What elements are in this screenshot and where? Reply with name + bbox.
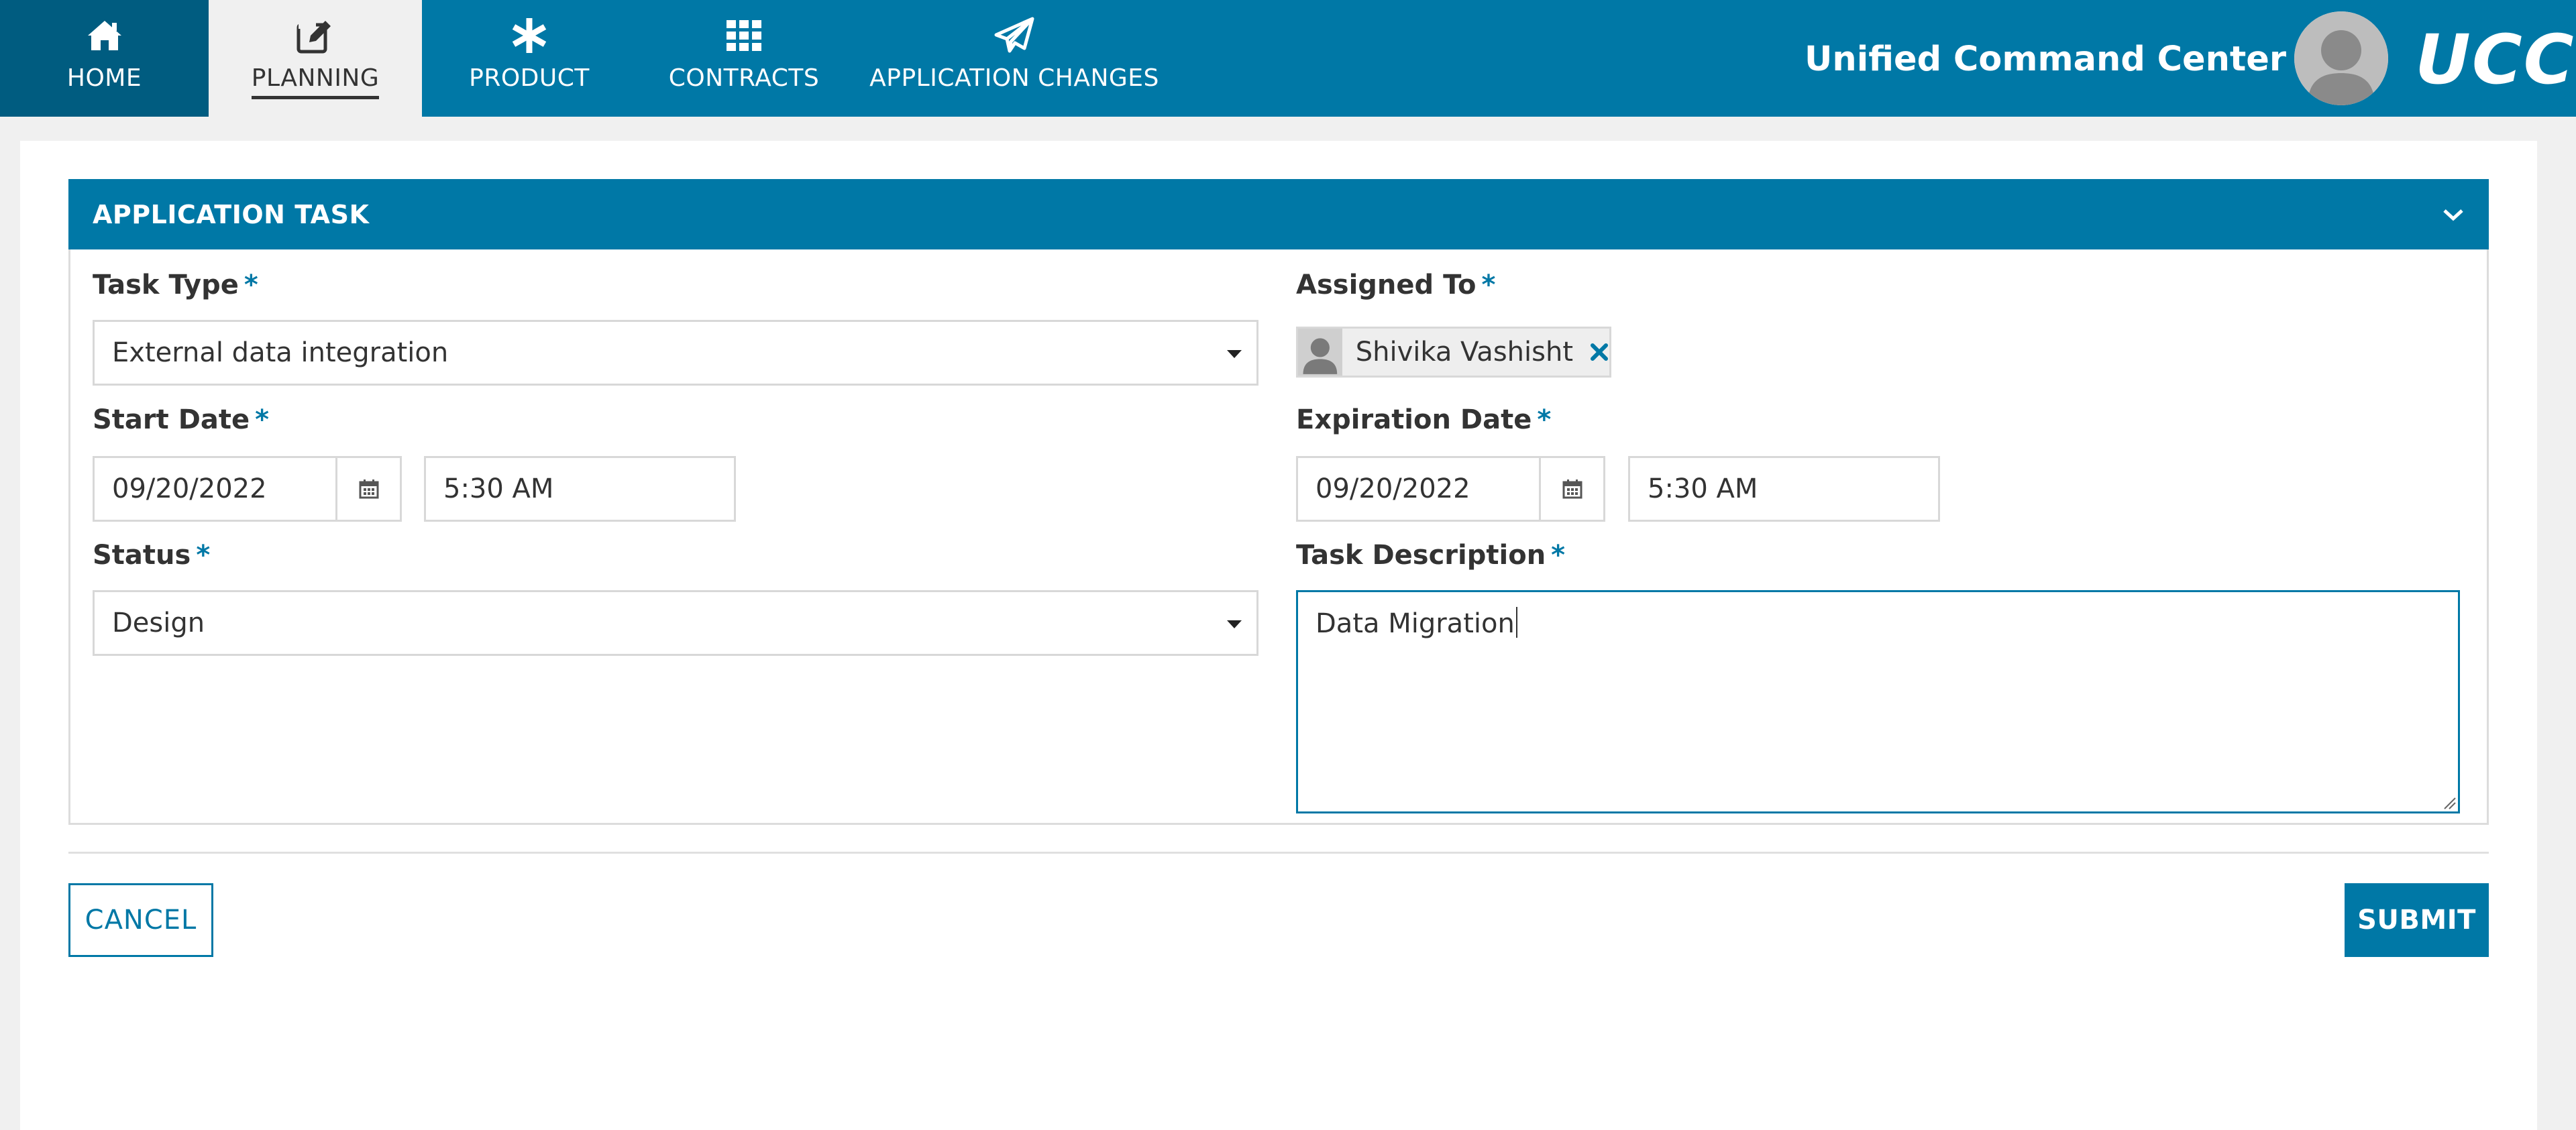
brand-logo: UCC <box>2415 20 2575 100</box>
status-select[interactable]: Design <box>93 590 1258 656</box>
panel-title: APPLICATION TASK <box>93 199 370 229</box>
resize-grip-icon[interactable] <box>2440 794 2457 810</box>
app-switcher-label: Unified Command Center <box>1805 39 2287 79</box>
start-date-value: 09/20/2022 <box>112 473 267 504</box>
start-date-label-text: Start Date <box>93 404 250 435</box>
user-silhouette-icon <box>2294 11 2388 105</box>
nav-label-application-changes: APPLICATION CHANGES <box>869 64 1159 92</box>
start-date-label: Start Date * <box>93 404 269 435</box>
paper-plane-icon <box>994 15 1035 56</box>
required-asterisk: * <box>255 404 270 435</box>
expiration-date-value: 09/20/2022 <box>1316 473 1470 504</box>
text-cursor <box>1515 607 1517 638</box>
nav-item-contracts[interactable]: CONTRACTS <box>637 0 851 117</box>
task-type-value: External data integration <box>112 337 449 368</box>
start-time-input[interactable]: 5:30 AM <box>424 456 736 522</box>
status-label-text: Status <box>93 540 191 571</box>
status-value: Design <box>112 608 205 638</box>
assigned-to-label: Assigned To * <box>1296 270 1495 300</box>
nav-item-product[interactable]: PRODUCT <box>422 0 637 117</box>
dropdown-caret-icon <box>1227 620 1242 628</box>
dropdown-caret-icon <box>1227 350 1242 358</box>
nav-label-home: HOME <box>66 64 142 92</box>
task-description-label: Task Description * <box>1296 540 1565 571</box>
panel-header[interactable]: APPLICATION TASK <box>68 179 2489 249</box>
remove-x-icon[interactable] <box>1589 342 1609 362</box>
nav-item-home[interactable]: HOME <box>0 0 209 117</box>
status-label: Status * <box>93 540 210 571</box>
main-content: APPLICATION TASK Task Type * External dat… <box>20 141 2537 1130</box>
assignee-chip[interactable]: Shivika Vashisht <box>1296 327 1611 378</box>
submit-button[interactable]: SUBMIT <box>2345 883 2489 957</box>
nav-label-planning: PLANNING <box>251 64 380 99</box>
calendar-icon <box>359 479 378 499</box>
start-time-value: 5:30 AM <box>443 473 554 504</box>
chevron-down-icon[interactable] <box>2442 207 2465 222</box>
assignee-name: Shivika Vashisht <box>1355 337 1573 368</box>
expiration-date-input[interactable]: 09/20/2022 <box>1296 456 1541 522</box>
edit-icon <box>296 15 335 56</box>
expiration-date-label: Expiration Date * <box>1296 404 1551 435</box>
start-date-input[interactable]: 09/20/2022 <box>93 456 337 522</box>
asterisk-icon <box>511 15 548 56</box>
top-navbar: HOME PLANNING PRODUCT CONTRACTS APPLICAT… <box>0 0 2576 117</box>
task-description-label-text: Task Description <box>1296 540 1546 571</box>
task-type-label-text: Task Type <box>93 270 239 300</box>
required-asterisk: * <box>196 540 211 571</box>
nav-item-application-changes[interactable]: APPLICATION CHANGES <box>851 0 1177 117</box>
task-description-value: Data Migration <box>1316 608 1515 639</box>
grid-icon <box>725 15 763 56</box>
calendar-icon <box>1562 479 1582 499</box>
required-asterisk: * <box>244 270 258 300</box>
home-icon <box>86 15 123 56</box>
nav-label-product: PRODUCT <box>469 64 590 92</box>
required-asterisk: * <box>1537 404 1552 435</box>
form-divider <box>68 852 2489 854</box>
expiration-date-label-text: Expiration Date <box>1296 404 1532 435</box>
expiration-date-calendar-button[interactable] <box>1541 456 1605 522</box>
required-asterisk: * <box>1551 540 1566 571</box>
user-avatar[interactable] <box>2294 11 2388 105</box>
expiration-time-value: 5:30 AM <box>1648 473 1758 504</box>
cancel-button[interactable]: CANCEL <box>68 883 213 957</box>
app-switcher-dropdown[interactable]: Unified Command Center <box>1805 32 2315 86</box>
user-silhouette-icon <box>1298 329 1342 376</box>
nav-label-contracts: CONTRACTS <box>668 64 820 92</box>
task-type-select[interactable]: External data integration <box>93 320 1258 386</box>
required-asterisk: * <box>1481 270 1496 300</box>
application-task-panel: APPLICATION TASK Task Type * External dat… <box>68 179 2489 825</box>
start-date-calendar-button[interactable] <box>337 456 402 522</box>
expiration-time-input[interactable]: 5:30 AM <box>1628 456 1940 522</box>
task-description-textarea[interactable]: Data Migration <box>1296 590 2460 813</box>
assigned-to-label-text: Assigned To <box>1296 270 1477 300</box>
task-type-label: Task Type * <box>93 270 258 300</box>
nav-item-planning[interactable]: PLANNING <box>209 0 422 117</box>
